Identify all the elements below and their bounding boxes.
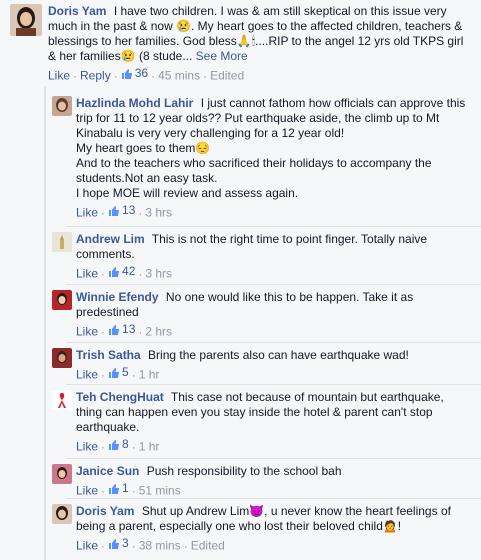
timestamp[interactable]: 3 hrs <box>145 206 172 220</box>
comment-text: Bring the parents also can have earthqua… <box>148 348 409 362</box>
timestamp[interactable]: 1 hr <box>139 440 160 454</box>
avatar[interactable] <box>52 390 72 410</box>
reply-trish-satha: Trish Satha Bring the parents also can h… <box>0 344 481 384</box>
like-link[interactable]: Like <box>76 368 98 382</box>
thumbs-up-icon <box>109 367 120 378</box>
divider <box>66 226 481 227</box>
thumbs-up-icon <box>121 68 132 79</box>
like-count[interactable]: 5 <box>108 365 129 380</box>
commenter-name[interactable]: Andrew Lim <box>76 232 145 246</box>
like-count[interactable]: 36 <box>121 66 148 81</box>
like-count[interactable]: 13 <box>108 322 135 337</box>
like-count[interactable]: 13 <box>108 203 135 218</box>
like-link[interactable]: Like <box>76 440 98 454</box>
reply-janice-sun: Janice Sun Push responsibility to the sc… <box>0 460 481 500</box>
divider <box>66 498 481 499</box>
commenter-name[interactable]: Doris Yam <box>76 504 134 518</box>
avatar[interactable] <box>52 464 72 484</box>
thumbs-up-icon <box>109 439 120 450</box>
comment-text: I just cannot fathom how officials can a… <box>76 96 466 200</box>
timestamp[interactable]: 3 hrs <box>145 267 172 281</box>
see-more-link[interactable]: See More <box>196 49 248 63</box>
like-link[interactable]: Like <box>76 206 98 220</box>
thumbs-up-icon <box>109 483 120 494</box>
divider <box>66 384 481 385</box>
divider <box>66 342 481 343</box>
like-link[interactable]: Like <box>76 484 98 498</box>
like-count[interactable]: 8 <box>108 437 129 452</box>
edited-label[interactable]: Edited <box>210 69 244 83</box>
reply-doris-yam: Doris Yam Shut up Andrew Lim😈, u never k… <box>0 500 481 560</box>
avatar[interactable] <box>52 232 72 252</box>
like-count[interactable]: 3 <box>108 536 129 551</box>
like-count[interactable]: 42 <box>108 264 135 279</box>
like-count[interactable]: 1 <box>108 481 129 496</box>
timestamp[interactable]: 1 hr <box>139 368 160 382</box>
commenter-name[interactable]: Trish Satha <box>76 348 141 362</box>
commenter-name[interactable]: Teh ChengHuat <box>76 390 164 404</box>
reply-hazlinda: Hazlinda Mohd Lahir I just cannot fathom… <box>0 92 481 222</box>
avatar[interactable] <box>52 348 72 368</box>
avatar[interactable] <box>52 96 72 116</box>
thumbs-up-icon <box>109 538 120 549</box>
reply-teh-chenghuat: Teh ChengHuat This case not because of m… <box>0 386 481 456</box>
commenter-name[interactable]: Janice Sun <box>76 464 139 478</box>
commenter-name[interactable]: Doris Yam <box>48 4 106 18</box>
like-link[interactable]: Like <box>48 69 70 83</box>
avatar[interactable] <box>52 504 72 524</box>
like-link[interactable]: Like <box>76 325 98 339</box>
comment-text: Push responsibility to the school bah <box>146 464 342 478</box>
like-link[interactable]: Like <box>76 539 98 553</box>
reply-winnie-efendy: Winnie Efendy No one would like this to … <box>0 286 481 342</box>
timestamp[interactable]: 51 mins <box>139 484 181 498</box>
commenter-name[interactable]: Hazlinda Mohd Lahir <box>76 96 193 110</box>
avatar[interactable] <box>52 290 72 310</box>
thumbs-up-icon <box>109 205 120 216</box>
thumbs-up-icon <box>109 324 120 335</box>
timestamp[interactable]: 38 mins <box>139 539 181 553</box>
like-link[interactable]: Like <box>76 267 98 281</box>
comment-text: I have two children. I was & am still sk… <box>48 4 464 63</box>
divider <box>66 284 481 285</box>
reply-andrew-lim: Andrew Lim This is not the right time to… <box>0 228 481 286</box>
timestamp[interactable]: 45 mins <box>158 69 200 83</box>
avatar[interactable] <box>10 4 42 36</box>
reply-link[interactable]: Reply <box>80 69 111 83</box>
divider <box>66 458 481 459</box>
timestamp[interactable]: 2 hrs <box>145 325 172 339</box>
edited-label[interactable]: Edited <box>191 539 225 553</box>
comment-thread: Doris Yam I have two children. I was & a… <box>0 0 481 560</box>
thumbs-up-icon <box>109 266 120 277</box>
commenter-name[interactable]: Winnie Efendy <box>76 290 159 304</box>
comment-doris-yam-1: Doris Yam I have two children. I was & a… <box>0 0 481 86</box>
